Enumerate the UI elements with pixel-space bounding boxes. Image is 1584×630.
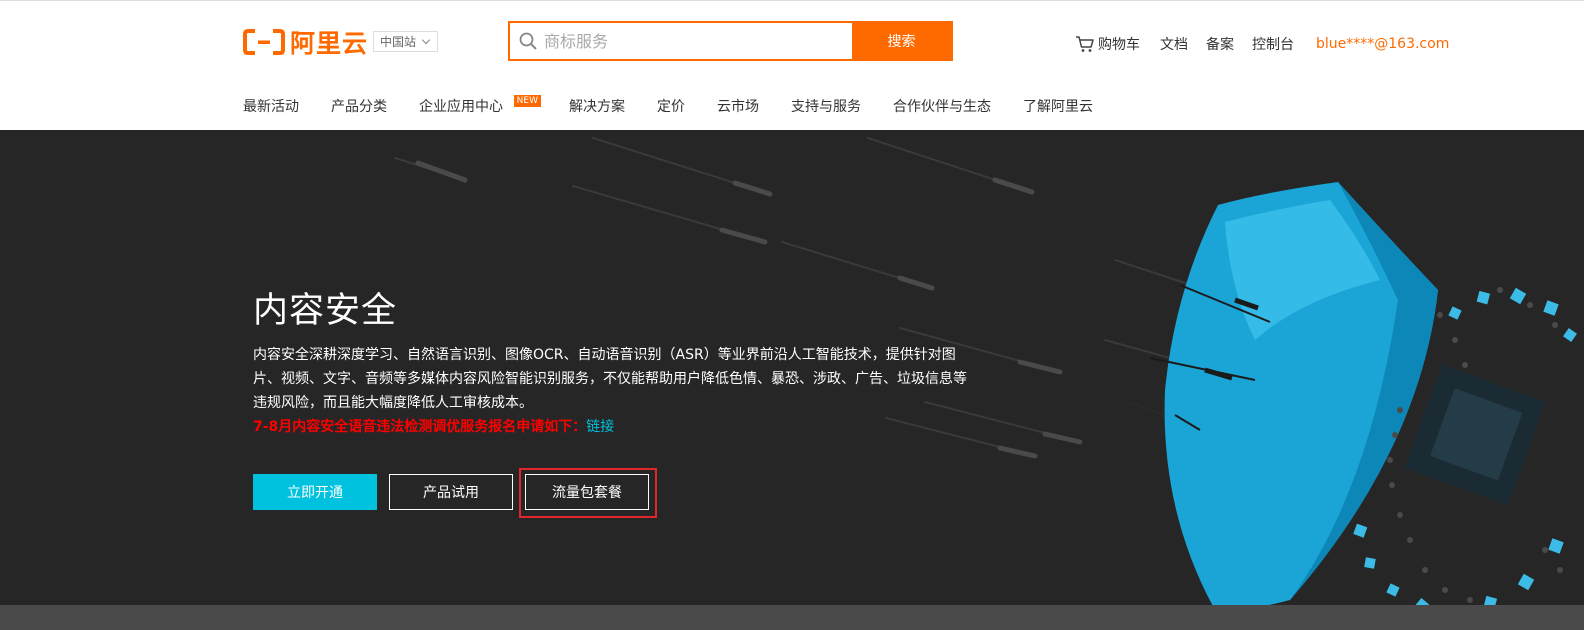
region-label: 中国站 [380, 35, 417, 49]
hero-description: 内容安全深耕深度学习、自然语言识别、图像OCR、自动语音识别（ASR）等业界前沿… [253, 347, 967, 411]
nav-item-support[interactable]: 支持与服务 [791, 96, 861, 116]
nav-item-product-categories[interactable]: 产品分类 [331, 96, 387, 116]
search-bar: 搜索 [508, 21, 953, 61]
search-box [510, 23, 852, 59]
hero-title: 内容安全 [253, 291, 398, 331]
traffic-package-button[interactable]: 流量包套餐 [525, 474, 649, 510]
docs-link[interactable]: 文档 [1160, 34, 1188, 54]
hero-banner: 内容安全 内容安全深耕深度学习、自然语言识别、图像OCR、自动语音识别（ASR）… [0, 130, 1584, 605]
search-input[interactable] [510, 23, 852, 59]
nav-item-marketplace[interactable]: 云市场 [717, 96, 759, 116]
logo-text: 阿里云 [290, 29, 369, 58]
nav-item-partners[interactable]: 合作伙伴与生态 [893, 96, 991, 116]
nav-item-enterprise-apps-label: 企业应用中心 [419, 99, 503, 115]
hero-notice-text: 7-8月内容安全语音违法检测调优服务报名申请如下： [253, 419, 587, 435]
nav-item-enterprise-apps[interactable]: 企业应用中心 NEW [419, 95, 541, 116]
cart-link[interactable]: 购物车 [1075, 34, 1140, 54]
console-link[interactable]: 控制台 [1252, 34, 1294, 54]
icp-link[interactable]: 备案 [1206, 34, 1234, 54]
aliyun-logo-icon [243, 29, 285, 55]
cart-label: 购物车 [1098, 37, 1140, 53]
region-selector[interactable]: 中国站 [373, 31, 438, 52]
new-badge: NEW [513, 95, 541, 107]
search-button[interactable]: 搜索 [852, 23, 951, 59]
chevron-down-icon [421, 35, 431, 44]
data-cube-cluster [1404, 364, 1546, 506]
shield-graphic [1149, 182, 1438, 605]
nav-item-pricing[interactable]: 定价 [657, 96, 685, 116]
aliyun-logo[interactable]: 阿里云 [243, 27, 369, 58]
hero-notice: 7-8月内容安全语音违法检测调优服务报名申请如下：链接 [253, 416, 614, 436]
trial-button[interactable]: 产品试用 [389, 474, 513, 510]
nav-item-latest-activities[interactable]: 最新活动 [243, 96, 299, 116]
top-links: 购物车 文档 备案 控制台 blue****@163.com [1075, 34, 1449, 54]
search-icon [519, 32, 537, 50]
bottom-strip [0, 605, 1584, 630]
hero-notice-link[interactable]: 链接 [586, 419, 614, 435]
nav-item-about[interactable]: 了解阿里云 [1023, 96, 1093, 116]
top-header: 阿里云 中国站 搜索 购物车 文档 备案 控制台 blue****@163.co… [0, 0, 1584, 130]
cart-icon [1076, 36, 1094, 52]
main-nav: 最新活动 产品分类 企业应用中心 NEW 解决方案 定价 云市场 支持与服务 合… [243, 95, 1125, 116]
nav-item-solutions[interactable]: 解决方案 [569, 96, 625, 116]
activate-button[interactable]: 立即开通 [253, 474, 377, 510]
user-account-link[interactable]: blue****@163.com [1316, 36, 1449, 52]
